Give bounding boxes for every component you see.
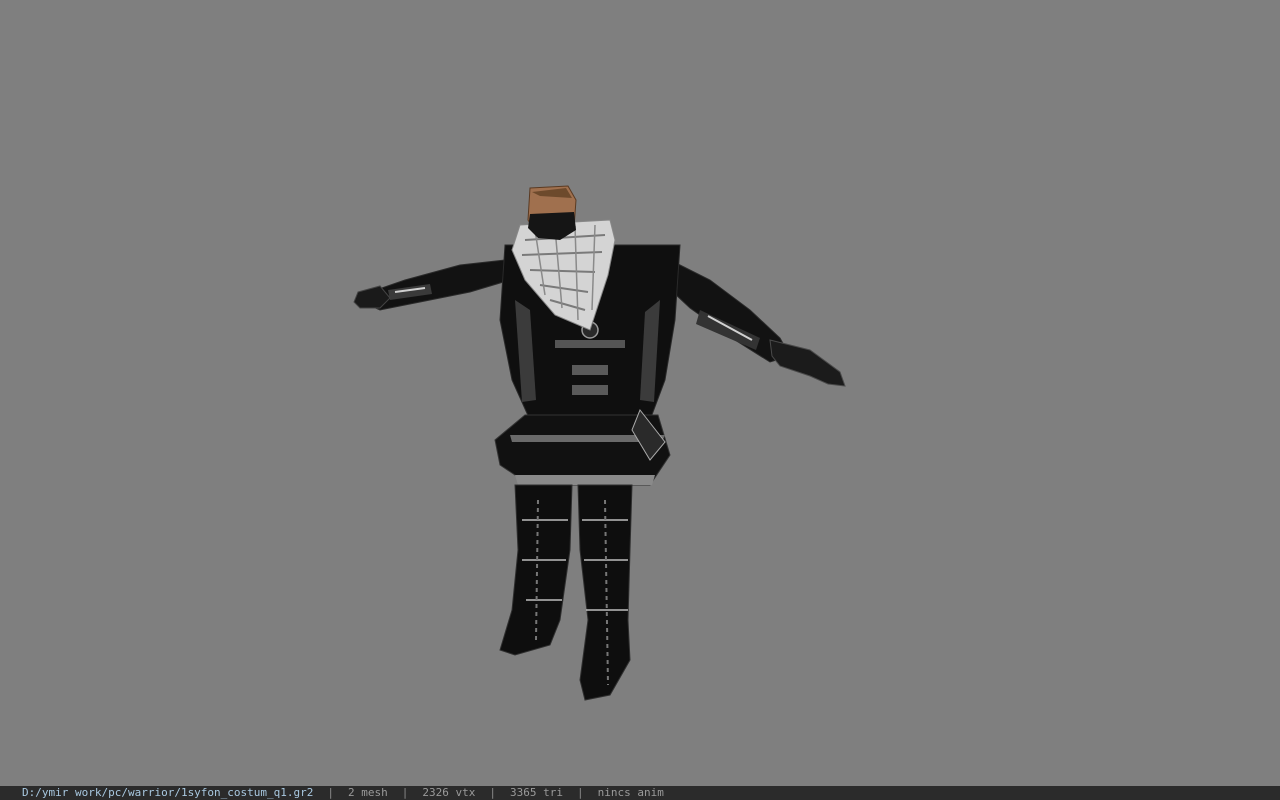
- character-model: [353, 185, 846, 701]
- status-separator: |: [327, 786, 335, 799]
- model-viewport[interactable]: [0, 0, 1280, 786]
- mesh-count: 2 mesh: [348, 786, 388, 799]
- animation-status: nincs anim: [597, 786, 664, 799]
- model-file-path: D:/ymir work/pc/warrior/1syfon_costum_q1…: [22, 786, 314, 799]
- vertex-count: 2326 vtx: [422, 786, 476, 799]
- triangle-count: 3365 tri: [510, 786, 563, 799]
- status-bar: D:/ymir work/pc/warrior/1syfon_costum_q1…: [0, 786, 1280, 800]
- status-separator: |: [401, 786, 409, 799]
- right-hand: [769, 339, 846, 387]
- status-separator: |: [489, 786, 497, 799]
- status-separator: |: [577, 786, 584, 799]
